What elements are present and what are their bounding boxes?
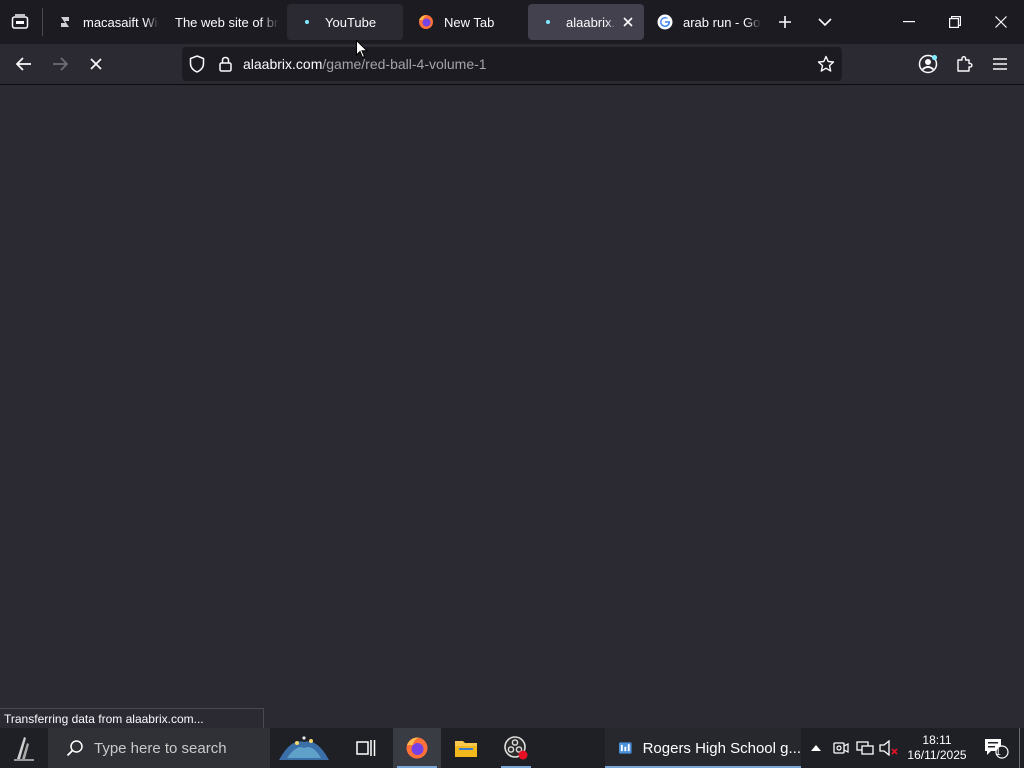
show-hidden-icons-button[interactable] bbox=[806, 728, 826, 768]
list-all-tabs-button[interactable] bbox=[810, 4, 840, 40]
clock-button[interactable]: 18:11 16/11/2025 bbox=[904, 728, 970, 768]
plus-icon bbox=[779, 16, 791, 28]
forward-button[interactable] bbox=[44, 48, 76, 80]
firefox-view-icon bbox=[11, 14, 29, 29]
app-window-icon bbox=[619, 742, 632, 754]
taskbar-search-box[interactable]: Type here to search bbox=[48, 728, 270, 768]
start-button[interactable] bbox=[0, 728, 48, 768]
close-icon bbox=[623, 17, 633, 27]
notifications-button[interactable]: 1 bbox=[978, 728, 1014, 768]
taskbar-firefox-button[interactable] bbox=[393, 728, 441, 768]
network-icon bbox=[856, 741, 874, 755]
speaker-muted-icon bbox=[879, 740, 898, 756]
url-bar[interactable]: alaabrix.com/game/red-ball-4-volume-1 bbox=[182, 47, 842, 81]
page-content[interactable] bbox=[0, 85, 1024, 728]
tracking-protection-icon[interactable] bbox=[189, 55, 205, 78]
notification-count-badge: 1 bbox=[995, 747, 1001, 758]
restore-icon bbox=[949, 16, 961, 28]
tab-title: New Tab bbox=[444, 14, 495, 30]
restore-button[interactable] bbox=[932, 4, 978, 40]
back-arrow-icon bbox=[16, 57, 31, 71]
task-view-icon bbox=[356, 740, 376, 756]
tab-new-tab[interactable]: New Tab bbox=[406, 4, 522, 40]
minimize-icon bbox=[903, 21, 915, 23]
back-button[interactable] bbox=[8, 48, 40, 80]
taskbar-file-explorer-button[interactable] bbox=[443, 728, 489, 768]
search-placeholder: Type here to search bbox=[94, 739, 227, 757]
google-icon bbox=[657, 14, 673, 30]
tab-separator bbox=[42, 8, 43, 36]
forward-arrow-icon bbox=[53, 57, 68, 71]
start-icon bbox=[14, 737, 34, 761]
chevron-up-icon bbox=[811, 745, 821, 751]
obs-icon bbox=[504, 736, 528, 760]
star-icon bbox=[817, 55, 835, 72]
show-desktop-button[interactable] bbox=[1019, 728, 1020, 768]
mouse-cursor-icon bbox=[356, 40, 368, 59]
tab-macasaift[interactable]: macasaift Win bbox=[45, 4, 159, 40]
hamburger-menu-icon bbox=[993, 58, 1007, 70]
loading-dot-icon bbox=[299, 14, 315, 30]
search-icon bbox=[66, 740, 83, 757]
task-view-button[interactable] bbox=[344, 728, 388, 768]
tab-title: macasaift Win bbox=[83, 14, 159, 30]
meet-now-tray-button[interactable] bbox=[830, 728, 852, 768]
loading-dot-icon bbox=[540, 14, 556, 30]
volume-tray-button[interactable] bbox=[878, 728, 900, 768]
url-path: /game/red-ball-4-volume-1 bbox=[322, 56, 487, 72]
new-tab-button[interactable] bbox=[770, 4, 800, 40]
puzzle-icon bbox=[957, 56, 973, 72]
network-tray-button[interactable] bbox=[854, 728, 876, 768]
tab-title: arab run - Goo bbox=[683, 14, 761, 30]
close-icon bbox=[995, 16, 1007, 28]
taskbar-obs-button[interactable] bbox=[493, 728, 539, 768]
app-menu-button[interactable] bbox=[984, 48, 1016, 80]
search-highlight-button[interactable] bbox=[272, 728, 336, 768]
site-icon bbox=[57, 14, 73, 30]
taskbar-window-label: Rogers High School g... bbox=[642, 739, 801, 757]
url-domain: alaabrix.com bbox=[243, 56, 323, 72]
bookmark-star-button[interactable] bbox=[817, 55, 835, 78]
status-panel: Transferring data from alaabrix.com... bbox=[0, 708, 264, 728]
tab-bar: macasaift Win The web site of bro YouTub… bbox=[0, 0, 1024, 44]
tab-youtube[interactable]: YouTube bbox=[287, 4, 403, 40]
close-tab-button[interactable] bbox=[616, 10, 640, 34]
lock-icon[interactable] bbox=[219, 56, 232, 77]
tab-title: alaabrix.com bbox=[566, 14, 616, 30]
folder-icon bbox=[455, 741, 477, 757]
close-window-button[interactable] bbox=[978, 4, 1024, 40]
account-icon bbox=[918, 54, 938, 74]
camera-tray-icon bbox=[833, 742, 849, 754]
clock-time: 18:11 bbox=[922, 733, 952, 747]
taskbar-window-button[interactable]: Rogers High School g... bbox=[605, 728, 801, 768]
search-highlight-icon bbox=[279, 736, 329, 760]
clock-date: 16/11/2025 bbox=[907, 748, 967, 762]
tab-title: The web site of bro bbox=[175, 14, 279, 30]
taskbar: Type here to search Rogers High School g… bbox=[0, 728, 1024, 768]
firefox-view-button[interactable] bbox=[6, 4, 34, 40]
tab-arab-run[interactable]: arab run - Goo bbox=[645, 4, 761, 40]
minimize-button[interactable] bbox=[886, 4, 932, 40]
extensions-button[interactable] bbox=[948, 48, 980, 80]
tab-web-site[interactable]: The web site of bro bbox=[163, 4, 279, 40]
stop-icon bbox=[90, 58, 102, 70]
chevron-down-icon bbox=[818, 18, 832, 27]
tab-alaabrix[interactable]: alaabrix.com bbox=[528, 4, 644, 40]
firefox-icon bbox=[406, 737, 428, 759]
firefox-icon bbox=[418, 14, 434, 30]
navigation-toolbar: alaabrix.com/game/red-ball-4-volume-1 bbox=[0, 44, 1024, 85]
account-button[interactable] bbox=[912, 48, 944, 80]
stop-loading-button[interactable] bbox=[80, 48, 112, 80]
tab-title: YouTube bbox=[325, 14, 377, 30]
